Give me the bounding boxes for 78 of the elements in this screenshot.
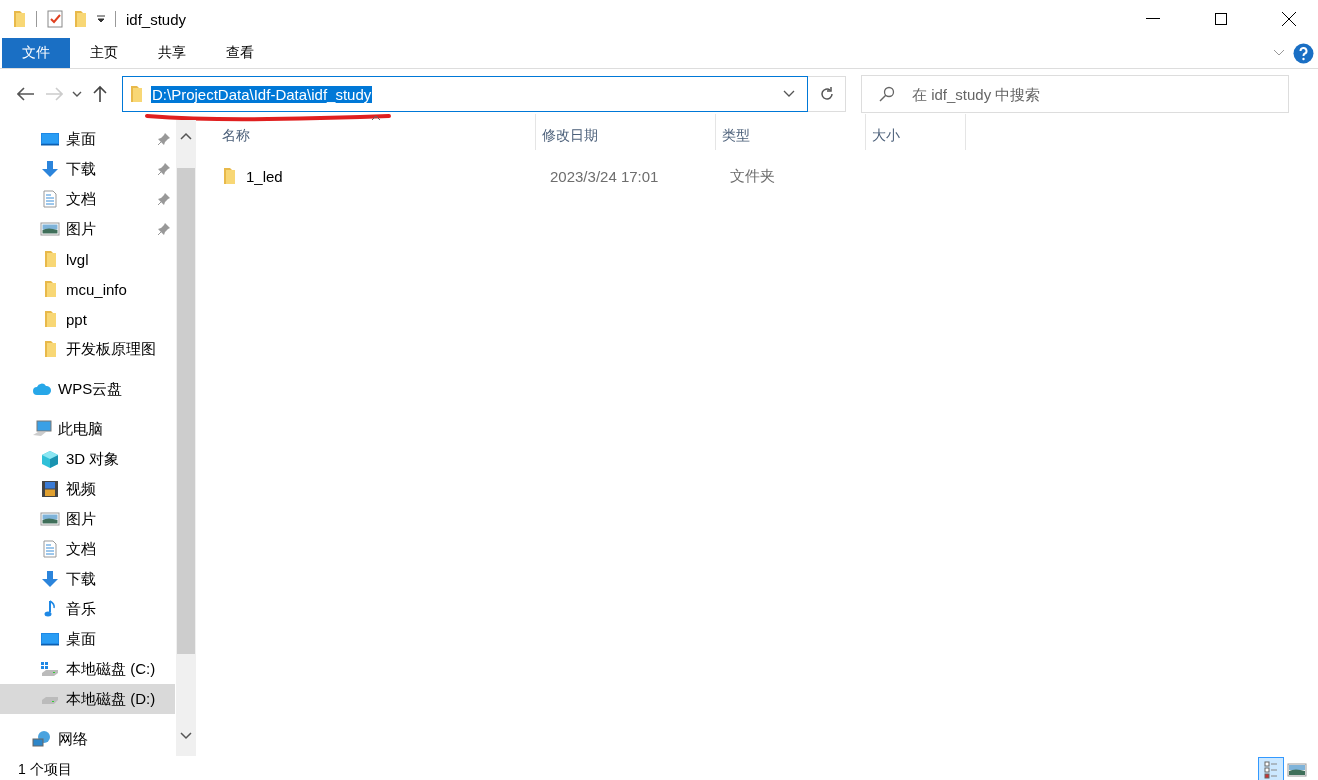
column-header[interactable]: 类型: [716, 114, 866, 150]
back-arrow-icon: [17, 87, 35, 101]
sidebar-item[interactable]: 开发板原理图: [0, 334, 175, 364]
maximize-icon: [1215, 13, 1227, 25]
folder-icon: [12, 10, 26, 28]
sidebar-item[interactable]: 图片: [0, 214, 175, 244]
scroll-thumb[interactable]: [177, 168, 195, 654]
document-icon: [42, 540, 58, 558]
window-title: idf_study: [126, 10, 187, 28]
dropdown-icon[interactable]: [97, 15, 105, 23]
picture-icon: [40, 511, 60, 527]
sidebar-item[interactable]: 下载: [0, 154, 175, 184]
chevron-down-icon[interactable]: [783, 90, 795, 98]
film-icon: [41, 480, 59, 498]
ribbon-tab[interactable]: 查看: [206, 38, 274, 68]
computer-icon: [32, 420, 52, 438]
modified-cell-text: 2023/3/24 17:01: [549, 167, 660, 185]
column-header[interactable]: 名称: [216, 114, 536, 150]
down-arrow-icon: [41, 570, 59, 588]
ribbon-tab[interactable]: 文件: [2, 38, 70, 68]
folder-icon: [43, 280, 57, 298]
sidebar-item[interactable]: 视频: [0, 474, 175, 504]
sidebar-item[interactable]: mcu_info: [0, 274, 175, 304]
details-view-button[interactable]: [1258, 757, 1284, 780]
checklist-icon[interactable]: [47, 10, 63, 28]
down-arrow-icon: [41, 160, 59, 178]
sidebar-item[interactable]: WPS云盘: [0, 374, 175, 404]
sidebar-item[interactable]: 下载: [0, 564, 175, 594]
file-name[interactable]: 1_led: [246, 167, 283, 185]
column-header[interactable]: 修改日期: [536, 114, 716, 150]
picture-icon: [40, 221, 60, 237]
sidebar-item[interactable]: lvgl: [0, 244, 175, 274]
scroll-up-icon[interactable]: [180, 132, 192, 140]
chevron-down-icon: [72, 91, 82, 97]
scroll-down-icon[interactable]: [180, 732, 192, 740]
desktop-icon: [40, 631, 60, 647]
minimize-icon: [1146, 18, 1160, 20]
ribbon-tab[interactable]: 主页: [70, 38, 138, 68]
address-text: D:\ProjectData\Idf-Data\idf_study: [151, 85, 373, 103]
item-count: 1 个项目: [18, 761, 72, 779]
windows-drive-icon: [40, 661, 60, 677]
sidebar-item[interactable]: 桌面: [0, 624, 175, 654]
cube-icon: [41, 450, 59, 468]
sidebar-item[interactable]: 本地磁盘 (C:): [0, 654, 175, 684]
up-arrow-icon: [93, 85, 107, 103]
close-icon: [1282, 12, 1296, 26]
folder-icon: [129, 85, 143, 103]
refresh-button[interactable]: [808, 76, 846, 112]
sidebar-item[interactable]: 文档: [0, 534, 175, 564]
search-icon: [879, 86, 895, 102]
sidebar-item[interactable]: 网络: [0, 724, 175, 754]
type-cell-text: 文件夹: [729, 166, 776, 186]
sidebar-item[interactable]: 本地磁盘 (D:): [0, 684, 175, 714]
network-icon: [32, 730, 52, 748]
help-icon[interactable]: [1293, 42, 1314, 64]
sidebar-item[interactable]: 3D 对象: [0, 444, 175, 474]
ribbon-tab[interactable]: 共享: [138, 38, 206, 68]
sidebar-item[interactable]: 音乐: [0, 594, 175, 624]
document-icon: [42, 190, 58, 208]
folder-icon: [43, 250, 57, 268]
sidebar-item[interactable]: 桌面: [0, 124, 175, 154]
cloud-icon: [32, 382, 52, 396]
refresh-icon: [818, 86, 835, 102]
sort-up-icon: [370, 115, 381, 121]
music-note-icon: [43, 600, 57, 618]
desktop-icon: [40, 131, 60, 147]
folder-icon: [43, 340, 57, 358]
forward-arrow-icon: [45, 87, 63, 101]
folder-icon: [222, 167, 236, 185]
search-field[interactable]: 在 idf_study 中搜索: [861, 75, 1289, 113]
column-header[interactable]: 大小: [866, 114, 966, 150]
sidebar-item[interactable]: 图片: [0, 504, 175, 534]
scrollbar[interactable]: [176, 120, 196, 756]
sidebar-item[interactable]: ppt: [0, 304, 175, 334]
sidebar-item[interactable]: 此电脑: [0, 414, 175, 444]
folder-icon: [73, 10, 87, 28]
folder-icon: [43, 310, 57, 328]
sidebar-item[interactable]: 文档: [0, 184, 175, 214]
